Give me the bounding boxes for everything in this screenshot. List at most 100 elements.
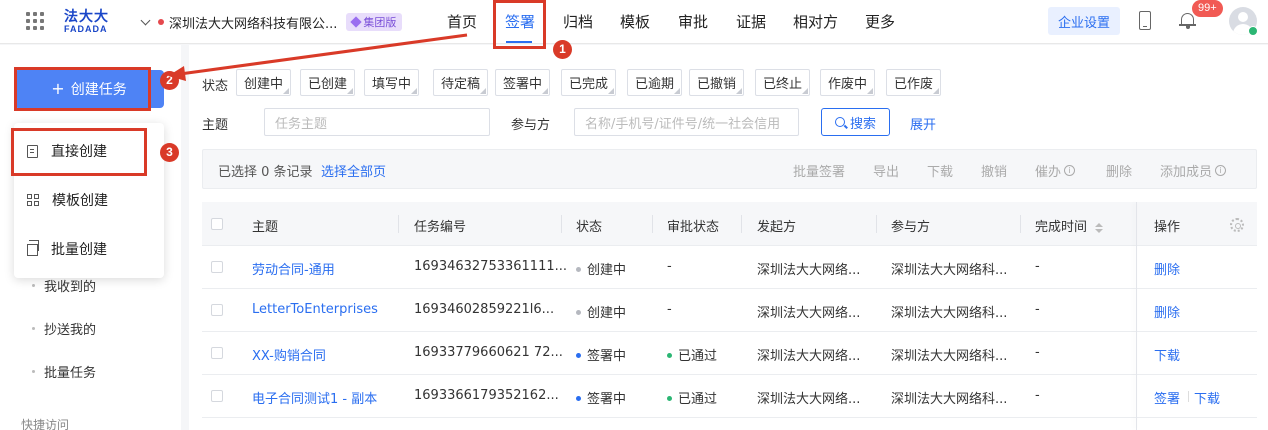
row-divider [202,374,1257,375]
select-all-pages-link[interactable]: 选择全部页 [321,161,386,180]
annotation-box-sign-tab [493,0,546,49]
subject-filter-label: 主题 [202,118,229,133]
app-grid-icon[interactable] [26,12,44,30]
party-input[interactable]: 名称/手机号/证件号/统一社会信用 [574,108,799,136]
notification-badge: 99+ [1192,0,1223,17]
nav-home[interactable]: 首页 [447,11,477,32]
batch-sign-button[interactable]: 批量签署 [793,161,845,180]
header-divider [398,215,399,233]
gem-icon [350,16,363,28]
remind-button[interactable]: 催办 i [1035,161,1076,180]
row-party: 深圳法大大网络科... [891,263,1008,278]
status-dot [158,19,164,25]
annotation-box-direct-create [11,128,147,176]
menu-item-batch-create[interactable]: 批量创建 [14,227,164,271]
enterprise-settings-button[interactable]: 企业设置 [1048,7,1120,35]
nav-template[interactable]: 模板 [620,11,650,32]
add-member-button[interactable]: 添加成员 i [1160,161,1227,180]
row-subject-link[interactable]: XX-购销合同 [252,345,326,364]
status-dot [576,353,581,358]
sidebar-item-received[interactable]: 我收到的 [32,276,96,295]
status-filter-tag[interactable]: 作废中 [820,69,876,96]
phone-icon[interactable] [1139,11,1151,30]
status-filter-tag[interactable]: 填写中 [364,69,420,96]
sidebar-item-cc[interactable]: 抄送我的 [32,319,96,338]
row-divider [202,288,1257,289]
gear-icon[interactable] [1230,218,1244,232]
fixed-column-divider [1136,202,1137,430]
row-checkbox[interactable] [211,304,223,316]
status-dot [576,396,581,401]
status-filter-label: 状态 [202,79,229,94]
nav-approval[interactable]: 审批 [678,11,708,32]
download-button[interactable]: 下载 [927,161,953,180]
row-op-delete-link[interactable]: 删除 [1154,259,1180,278]
bell-icon[interactable] [1179,12,1196,29]
col-ops: 操作 [1154,220,1181,235]
col-approval: 审批状态 [667,220,720,235]
row-approval-status: - [667,259,672,274]
nav-archive[interactable]: 归档 [563,11,593,32]
row-done-time: - [1035,259,1040,274]
top-nav: 法大大 FADADA 深圳法大大网络科技有限公... 集团版 首页 签署 归档 … [0,0,1268,44]
nav-counterparty[interactable]: 相对方 [793,11,838,32]
col-status: 状态 [576,220,603,235]
sort-icon[interactable] [1095,222,1104,233]
status-filter-tag[interactable]: 已终止 [755,69,811,96]
quick-access-label: 快捷访问 [21,418,70,430]
row-initiator: 深圳法大大网络... [757,263,861,278]
row-status: 签署中 [576,345,626,364]
status-filter-tag[interactable]: 已创建 [300,69,356,96]
status-filter-tag[interactable]: 签署中 [495,69,551,96]
op-divider [1188,391,1189,402]
col-done-time[interactable]: 完成时间 [1035,216,1104,235]
header-divider [652,215,653,233]
status-filter-tag[interactable]: 创建中 [236,69,292,96]
subject-input[interactable]: 任务主题 [264,108,490,136]
status-filter-tag[interactable]: 已完成 [561,69,617,96]
sidebar-item-batch[interactable]: 批量任务 [32,362,96,381]
row-divider [202,331,1257,332]
select-all-checkbox[interactable] [211,218,223,230]
expand-filters-link[interactable]: 展开 [910,114,936,133]
row-op-delete-link[interactable]: 删除 [1154,302,1180,321]
status-filter-tag[interactable]: 待定稿 [433,69,489,96]
row-checkbox[interactable] [211,390,223,402]
status-filter-tag[interactable]: 已逾期 [627,69,683,96]
row-subject-link[interactable]: LetterToEnterprises [252,302,378,317]
row-checkbox[interactable] [211,261,223,273]
verified-check-icon [1248,26,1258,36]
row-party: 深圳法大大网络科... [891,306,1008,321]
annotation-number: 2 [160,71,179,90]
fadada-logo[interactable]: 法大大 FADADA [64,9,110,35]
search-button[interactable]: 搜索 [821,108,890,136]
header-divider [1020,215,1021,233]
search-icon [834,117,845,127]
logo-en: FADADA [64,24,108,34]
delete-button[interactable]: 删除 [1106,161,1132,180]
row-initiator: 深圳法大大网络... [757,349,861,364]
revoke-button[interactable]: 撤销 [981,161,1007,180]
nav-more[interactable]: 更多 [865,11,895,32]
nav-evidence[interactable]: 证据 [736,11,766,32]
row-op-sign-link[interactable]: 签署 [1154,388,1180,407]
row-checkbox[interactable] [211,347,223,359]
header-divider [741,215,742,233]
row-subject-link[interactable]: 劳动合同-通用 [252,259,335,278]
row-party: 深圳法大大网络科... [891,392,1008,407]
status-filter-tag[interactable]: 已撤销 [689,69,745,96]
annotation-number: 3 [160,143,179,162]
row-party: 深圳法大大网络科... [891,349,1008,364]
export-button[interactable]: 导出 [873,161,899,180]
row-done-time: - [1035,388,1040,403]
row-initiator: 深圳法大大网络... [757,392,861,407]
row-op-download-link[interactable]: 下载 [1194,388,1220,407]
approval-dot [667,396,672,401]
company-switcher[interactable]: 深圳法大大网络科技有限公... 集团版 [140,12,403,32]
info-icon: i [1215,165,1227,176]
status-filter-tag[interactable]: 已作废 [886,69,942,96]
row-subject-link[interactable]: 电子合同测试1 - 副本 [252,388,377,407]
menu-item-template-create[interactable]: 模板创建 [14,178,164,222]
row-op-download-link[interactable]: 下载 [1154,345,1180,364]
annotation-box-create [14,67,151,111]
